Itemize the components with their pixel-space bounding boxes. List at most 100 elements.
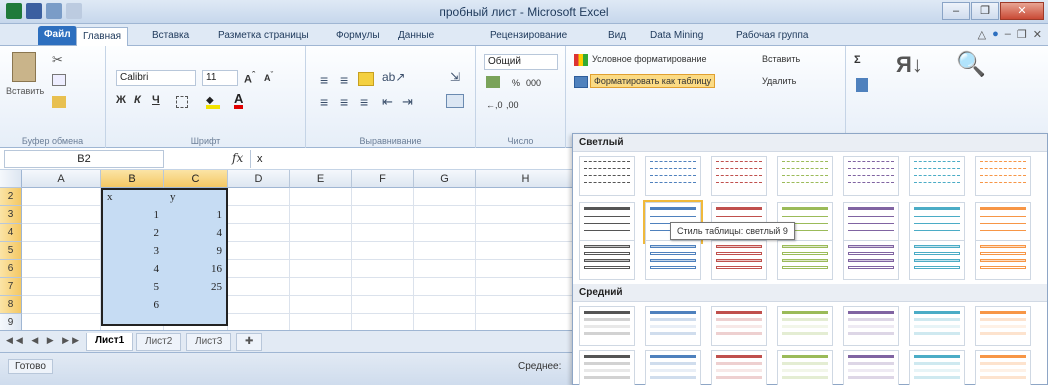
table-style-light-2[interactable] [645,156,701,196]
table-style-light-bordered-1[interactable] [579,202,635,242]
tab-workgroup[interactable]: Рабочая группа [730,27,814,46]
table-style-medium-banded-1[interactable] [579,350,635,385]
table-style-medium-5[interactable] [843,306,899,346]
column-header-a[interactable]: A [22,170,101,188]
sort-filter-icon[interactable]: Я↓ [896,52,923,78]
cell-b8[interactable]: 6 [103,296,165,314]
window-close-icon[interactable]: ✕ [1033,28,1042,41]
column-header-f[interactable]: F [352,170,414,188]
underline-button[interactable]: Ч [152,94,160,106]
find-select-icon[interactable]: 🔍 [956,50,986,79]
tab-page-layout[interactable]: Разметка страницы [212,27,315,46]
wrap-text-icon[interactable]: ⇲ [450,70,460,84]
row-header-7[interactable]: 7 [0,278,22,296]
tab-review[interactable]: Рецензирование [484,27,573,46]
bold-button[interactable]: Ж [116,94,126,106]
row-header-8[interactable]: 8 [0,296,22,314]
cell-c6[interactable]: 16 [166,260,228,278]
table-style-light-grid-6[interactable] [909,240,965,280]
increase-decimal-icon[interactable]: ←,0 [486,100,503,110]
minimize-ribbon-icon[interactable]: △ [978,28,986,41]
table-style-light-grid-1[interactable] [579,240,635,280]
percent-button[interactable]: % [512,78,520,88]
currency-icon[interactable] [486,76,500,88]
grow-font-icon[interactable]: Aˆ [244,70,255,86]
merge-cells-icon[interactable] [446,94,464,108]
column-header-e[interactable]: E [290,170,352,188]
row-header-5[interactable]: 5 [0,242,22,260]
align-center-icon[interactable]: ≡ [340,94,348,110]
table-style-light-bordered-5[interactable] [843,202,899,242]
sheet-tab-1[interactable]: Лист1 [86,333,134,351]
close-button[interactable]: ✕ [1000,2,1044,20]
table-style-light-1[interactable] [579,156,635,196]
align-middle-icon[interactable]: ≡ [340,72,348,88]
cell-b4[interactable]: 2 [103,224,165,242]
shrink-font-icon[interactable]: Aˇ [264,70,273,83]
format-as-table-button[interactable]: Форматировать как таблицу [590,74,716,88]
thousands-button[interactable]: 000 [526,78,541,88]
borders-icon[interactable] [176,96,188,108]
table-style-medium-3[interactable] [711,306,767,346]
restore-button[interactable]: ❐ [971,2,999,20]
cell-b3[interactable]: 1 [103,206,165,224]
tab-data[interactable]: Данные [392,27,440,46]
cell-b5[interactable]: 3 [103,242,165,260]
tab-formulas[interactable]: Формулы [330,27,386,46]
table-style-medium-6[interactable] [909,306,965,346]
table-style-medium-banded-2[interactable] [645,350,701,385]
function-icon[interactable]: fx [232,151,243,165]
cell-c8[interactable] [166,296,228,314]
sheet-tab-2[interactable]: Лист2 [136,333,182,351]
table-style-medium-4[interactable] [777,306,833,346]
table-style-light-grid-5[interactable] [843,240,899,280]
insert-sheet-icon[interactable]: ✚ [236,333,262,351]
font-name-combo[interactable]: Calibri [116,70,196,86]
table-style-medium-banded-7[interactable] [975,350,1031,385]
table-style-light-grid-4[interactable] [777,240,833,280]
align-left-icon[interactable]: ≡ [320,94,328,110]
cell-b6[interactable]: 4 [103,260,165,278]
table-style-light-grid-3[interactable] [711,240,767,280]
increase-indent-icon[interactable]: ⇥ [402,94,413,110]
cell-b7[interactable]: 5 [103,278,165,296]
decrease-indent-icon[interactable]: ⇤ [382,94,393,110]
sheet-nav-arrows[interactable]: ◀◀ ◀ ▶ ▶▶ [6,335,82,346]
align-right-icon[interactable]: ≡ [360,94,368,110]
table-style-light-bordered-7[interactable] [975,202,1031,242]
delete-cells-button[interactable]: Удалить [762,76,796,86]
table-style-light-3[interactable] [711,156,767,196]
help-icon[interactable]: ● [992,28,999,41]
table-style-light-5[interactable] [843,156,899,196]
name-box[interactable]: B2 [4,150,164,168]
table-style-light-grid-2[interactable] [645,240,701,280]
table-style-medium-2[interactable] [645,306,701,346]
select-all-corner[interactable] [0,170,22,188]
insert-cells-button[interactable]: Вставить [762,54,800,64]
cut-icon[interactable]: ✂ [52,52,63,68]
align-top-icon[interactable]: ≡ [320,72,328,88]
tab-home[interactable]: Главная [76,27,129,46]
row-header-4[interactable]: 4 [0,224,22,242]
tab-data-mining[interactable]: Data Mining [644,27,709,46]
table-style-medium-banded-4[interactable] [777,350,833,385]
table-style-light-bordered-6[interactable] [909,202,965,242]
fill-icon[interactable] [856,78,868,92]
format-painter-icon[interactable] [52,96,66,108]
window-minimize-icon[interactable]: – [1005,28,1011,41]
table-style-light-6[interactable] [909,156,965,196]
copy-icon[interactable] [52,74,66,86]
sheet-tab-3[interactable]: Лист3 [186,333,232,351]
column-header-g[interactable]: G [414,170,476,188]
number-format-combo[interactable]: Общий [484,54,558,70]
table-style-medium-banded-5[interactable] [843,350,899,385]
column-header-b[interactable]: B [101,170,164,188]
fill-color-icon[interactable]: ◆ [206,95,220,109]
cell-b2[interactable]: x [103,188,163,206]
table-style-light-grid-7[interactable] [975,240,1031,280]
row-header-9[interactable]: 9 [0,314,22,330]
font-size-combo[interactable]: 11 [202,70,238,86]
table-style-medium-banded-6[interactable] [909,350,965,385]
window-restore-icon[interactable]: ❐ [1017,28,1027,41]
orientation-icon[interactable]: ab↗ [382,70,405,84]
